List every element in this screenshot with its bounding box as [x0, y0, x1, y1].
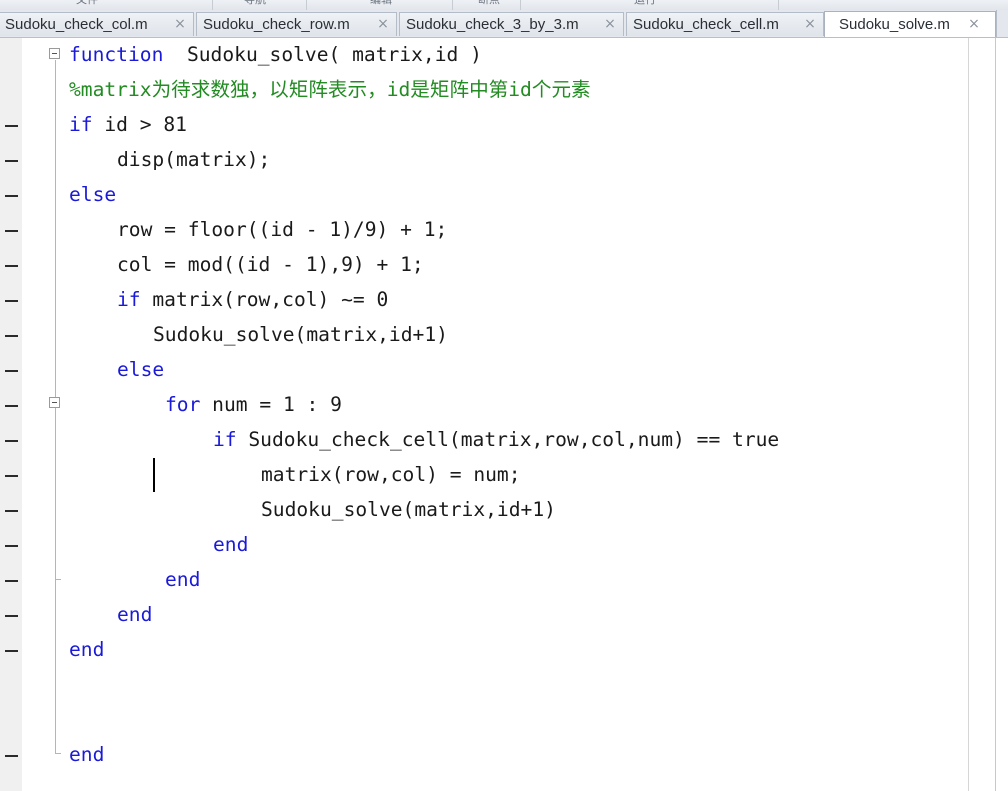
breakpoint-dash-icon[interactable] — [5, 335, 18, 337]
code-line[interactable]: col = mod((id - 1),9) + 1; — [0, 248, 960, 283]
toolstrip-section-run[interactable]: 运行 — [634, 0, 656, 6]
breakpoint-dash-icon[interactable] — [5, 615, 18, 617]
code-line[interactable] — [0, 668, 960, 703]
breakpoint-dash-icon[interactable] — [5, 125, 18, 127]
breakpoint-dash-icon[interactable] — [5, 300, 18, 302]
keyword: for — [165, 393, 201, 416]
tab-sudoku-check-col[interactable]: Sudoku_check_col.m × — [0, 12, 194, 36]
code-fragment: id > 81 — [92, 113, 187, 136]
code-text: disp(matrix); — [117, 148, 271, 171]
keyword: end — [165, 568, 201, 591]
breakpoint-dash-icon[interactable] — [5, 580, 18, 582]
close-icon[interactable]: × — [803, 16, 817, 32]
breakpoint-dash-icon[interactable] — [5, 440, 18, 442]
breakpoint-dash-icon[interactable] — [5, 370, 18, 372]
code-text: if Sudoku_check_cell(matrix,row,col,num)… — [213, 427, 779, 453]
toolstrip-section-file[interactable]: 文件 — [76, 0, 98, 6]
breakpoint-dash-icon[interactable] — [5, 475, 18, 477]
tab-sudoku-check-cell[interactable]: Sudoku_check_cell.m × — [626, 12, 824, 36]
code-line[interactable] — [0, 703, 960, 738]
keyword: end — [69, 638, 105, 661]
comment-text: %matrix为待求数独，以矩阵表示，id是矩阵中第id个元素 — [69, 78, 591, 101]
code-fragment: matrix(row,col) ~= 0 — [140, 288, 389, 311]
breakpoint-dash-icon[interactable] — [5, 195, 18, 197]
toolstrip-separator — [778, 0, 779, 10]
close-icon[interactable]: × — [376, 16, 390, 32]
code-line[interactable]: if Sudoku_check_cell(matrix,row,col,num)… — [0, 423, 960, 458]
code-line[interactable]: if matrix(row,col) ~= 0 — [0, 283, 960, 318]
code-line[interactable]: matrix(row,col) = num; — [0, 458, 960, 493]
code-line[interactable]: end — [0, 738, 960, 773]
toolstrip-section-breakpoints[interactable]: 断点 — [478, 0, 500, 6]
code-fragment: num = 1 : 9 — [200, 393, 342, 416]
breakpoint-dash-icon[interactable] — [5, 160, 18, 162]
keyword: else — [69, 183, 117, 206]
breakpoint-dash-icon[interactable] — [5, 510, 18, 512]
code-text: if matrix(row,col) ~= 0 — [117, 287, 388, 313]
editor-right-edge — [995, 38, 996, 791]
toolstrip-separator — [306, 0, 307, 10]
tab-sudoku-check-row[interactable]: Sudoku_check_row.m × — [196, 12, 397, 36]
keyword: if — [117, 288, 141, 311]
code-line[interactable]: Sudoku_solve(matrix,id+1) — [0, 493, 960, 528]
code-text: Sudoku_solve(matrix,id+1) — [261, 498, 556, 521]
close-icon[interactable]: × — [173, 16, 187, 32]
editor-tab-strip: Sudoku_check_col.m × Sudoku_check_row.m … — [0, 10, 1008, 38]
tab-label: Sudoku_solve.m — [839, 16, 950, 33]
code-line[interactable]: for num = 1 : 9 — [0, 388, 960, 423]
close-icon[interactable]: × — [603, 16, 617, 32]
code-line[interactable]: %matrix为待求数独，以矩阵表示，id是矩阵中第id个元素 — [0, 73, 960, 108]
keyword: end — [117, 603, 153, 626]
toolstrip-section-edit[interactable]: 编辑 — [370, 0, 392, 6]
toolstrip-section-navigate[interactable]: 导航 — [244, 0, 266, 6]
toolstrip-separator — [520, 0, 521, 10]
tab-label: Sudoku_check_col.m — [5, 16, 148, 33]
code-fragment: Sudoku_check_cell(matrix,row,col,num) ==… — [236, 428, 780, 451]
breakpoint-dash-icon[interactable] — [5, 265, 18, 267]
text-cursor — [153, 458, 155, 492]
code-line[interactable]: end — [0, 563, 960, 598]
keyword: if — [69, 113, 93, 136]
code-text: matrix(row,col) = num; — [261, 463, 521, 486]
toolstrip-separator — [452, 0, 453, 10]
breakpoint-dash-icon[interactable] — [5, 755, 18, 757]
code-fragment: Sudoku_solve( matrix,id ) — [163, 43, 482, 66]
breakpoint-dash-icon[interactable] — [5, 230, 18, 232]
tab-strip-edge — [996, 10, 1008, 37]
tab-label: Sudoku_check_row.m — [203, 16, 350, 33]
code-line[interactable]: else — [0, 353, 960, 388]
toolstrip-separator — [212, 0, 213, 10]
code-editor[interactable]: function Sudoku_solve( matrix,id ) %matr… — [0, 38, 1008, 791]
code-line[interactable]: if id > 81 — [0, 108, 960, 143]
code-line[interactable]: end — [0, 528, 960, 563]
breakpoint-dash-icon[interactable] — [5, 545, 18, 547]
code-line[interactable]: end — [0, 633, 960, 668]
toolstrip: 文件 导航 编辑 断点 运行 — [0, 0, 1008, 10]
code-text: row = floor((id - 1)/9) + 1; — [117, 218, 448, 241]
code-line[interactable]: row = floor((id - 1)/9) + 1; — [0, 213, 960, 248]
breakpoint-dash-icon[interactable] — [5, 650, 18, 652]
tab-sudoku-solve[interactable]: Sudoku_solve.m × — [824, 11, 996, 37]
code-line[interactable]: end — [0, 598, 960, 633]
code-text: function Sudoku_solve( matrix,id ) — [69, 42, 482, 68]
tab-sudoku-check-3-by-3[interactable]: Sudoku_check_3_by_3.m × — [399, 12, 624, 36]
code-text: for num = 1 : 9 — [165, 392, 342, 418]
code-line[interactable]: function Sudoku_solve( matrix,id ) — [0, 38, 960, 73]
keyword: else — [117, 358, 165, 381]
keyword: end — [69, 743, 105, 766]
code-text: Sudoku_solve(matrix,id+1) — [153, 323, 448, 346]
keyword: end — [213, 533, 249, 556]
code-line[interactable]: disp(matrix); — [0, 143, 960, 178]
right-margin-line — [968, 38, 969, 791]
keyword: function — [69, 43, 164, 66]
code-line[interactable]: else — [0, 178, 960, 213]
code-text: col = mod((id - 1),9) + 1; — [117, 253, 424, 276]
keyword: if — [213, 428, 237, 451]
tab-label: Sudoku_check_3_by_3.m — [406, 16, 579, 33]
close-icon[interactable]: × — [967, 16, 981, 32]
breakpoint-dash-icon[interactable] — [5, 405, 18, 407]
tab-label: Sudoku_check_cell.m — [633, 16, 779, 33]
code-line[interactable]: Sudoku_solve(matrix,id+1) — [0, 318, 960, 353]
code-text: if id > 81 — [69, 112, 187, 138]
